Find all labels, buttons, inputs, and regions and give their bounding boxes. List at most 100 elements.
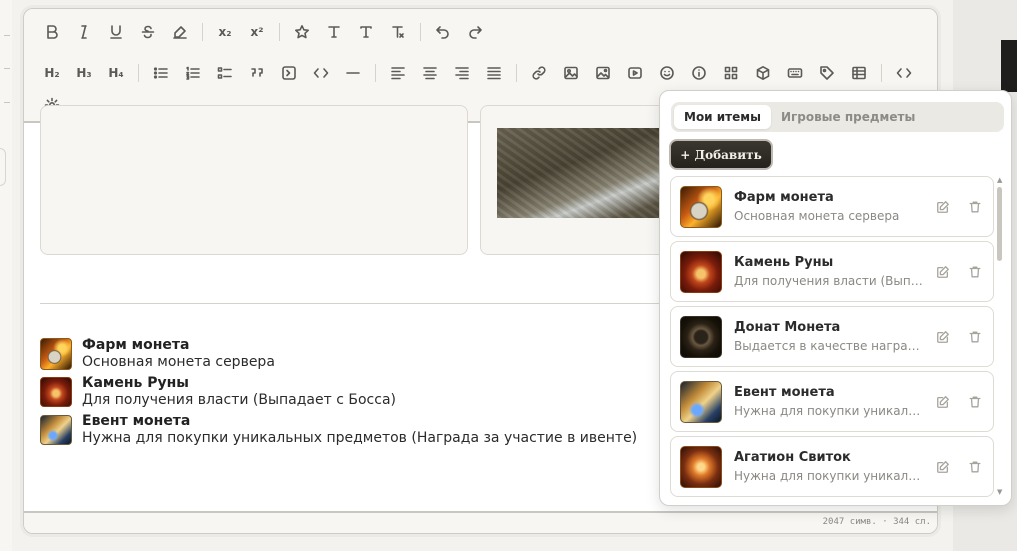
scroll-up-arrow-icon[interactable]: ▲ [997,176,1002,184]
scroll-down-arrow-icon[interactable]: ▼ [997,488,1002,496]
align-center-icon [423,67,437,80]
font-button[interactable] [318,18,350,46]
content-card-left [40,105,468,255]
item-picker-tabs: Мои итемы Игровые предметы [671,102,1004,132]
edit-item-button[interactable] [936,199,952,215]
content-item-name: Фарм монета [82,337,190,353]
tab-my-items[interactable]: Мои итемы [674,105,771,129]
emoji-button[interactable] [651,59,683,87]
content-item-text: Евент монета Нужна для покупки уникальны… [82,413,637,447]
blockquote-button[interactable] [241,59,273,87]
toolbar-row-1: x₂ x² [36,17,491,47]
list-item[interactable]: Камень Руны Для получения власти (Выпада… [670,241,994,302]
editor-status-bar: 2047 симв. · 344 сл. [24,511,937,533]
item-list: Фарм монета Основная монета сервера Каме… [670,176,994,498]
trash-icon [969,201,981,213]
highlight-button[interactable] [164,18,196,46]
list-item-description: Выдается в качестве награды за донат [734,339,926,353]
content-item: Камень Руны Для получения власти (Выпада… [40,375,396,409]
table-button[interactable] [843,59,875,87]
item-list-scrollbar[interactable]: ▲ ▼ [996,176,1004,497]
heading-2-button[interactable]: H₂ [36,59,68,87]
align-left-button[interactable] [382,59,414,87]
video-button[interactable] [619,59,651,87]
bullet-list-button[interactable] [145,59,177,87]
subscript-button[interactable]: x₂ [209,18,241,46]
edit-item-button[interactable] [936,459,952,475]
code-block-button[interactable] [273,59,305,87]
favorite-button[interactable] [286,18,318,46]
edit-item-button[interactable] [936,329,952,345]
list-item-name: Агатион Свиток [734,450,851,465]
grid-button[interactable] [715,59,747,87]
content-item-text: Фарм монета Основная монета сервера [82,337,275,371]
bold-button[interactable] [36,18,68,46]
highlighter-icon [173,26,187,39]
align-right-button[interactable] [446,59,478,87]
delete-item-button[interactable] [968,329,984,345]
ordered-list-button[interactable] [177,59,209,87]
gutter-tick [4,35,10,36]
delete-item-button[interactable] [968,459,984,475]
right-dark-tab[interactable] [1001,40,1017,92]
source-code-button[interactable] [888,59,920,87]
list-item[interactable]: Евент монета Нужна для покупки уникальны… [670,371,994,432]
clear-format-icon [392,26,404,38]
image-button[interactable] [555,59,587,87]
table-icon [852,66,866,80]
align-justify-button[interactable] [478,59,510,87]
list-item[interactable]: Агатион Свиток Нужна для покупки уникаль… [670,436,994,497]
heading-4-button[interactable]: H₄ [100,59,132,87]
delete-item-button[interactable] [968,394,984,410]
superscript-button[interactable]: x² [241,18,273,46]
list-item-description: Для получения власти (Выпадает с Босса) [734,274,926,288]
info-button[interactable] [683,59,715,87]
bullet-list-icon [153,67,168,79]
rune-stone-icon [40,377,72,407]
align-center-button[interactable] [414,59,446,87]
edit-item-button[interactable] [936,264,952,280]
item-insert-button[interactable] [747,59,779,87]
edit-item-button[interactable] [936,394,952,410]
list-item[interactable]: Донат Монета Выдается в качестве награды… [670,306,994,367]
inline-code-button[interactable] [305,59,337,87]
event-coin-icon [40,415,72,445]
undo-icon [436,26,449,39]
undo-button[interactable] [427,18,459,46]
strikethrough-button[interactable] [132,18,164,46]
clear-format-button[interactable] [382,18,414,46]
list-item-name: Донат Монета [734,320,841,335]
horizontal-rule-button[interactable] [337,59,369,87]
font-serif-button[interactable] [350,18,382,46]
task-list-button[interactable] [209,59,241,87]
code-view-icon [896,68,912,78]
list-item[interactable]: Фарм монета Основная монета сервера [670,176,994,237]
underline-button[interactable] [100,18,132,46]
content-item-name: Евент монета [82,413,191,429]
link-icon [532,66,546,80]
keyboard-button[interactable] [779,59,811,87]
delete-item-button[interactable] [968,199,984,215]
gutter-tab[interactable] [0,148,6,186]
toolbar-separator [516,64,517,82]
toolbar-separator [202,23,203,41]
link-button[interactable] [523,59,555,87]
tab-game-items[interactable]: Игровые предметы [771,105,925,129]
redo-button[interactable] [459,18,491,46]
content-item-text: Камень Руны Для получения власти (Выпада… [82,375,396,409]
content-item-description: Основная монета сервера [82,354,275,370]
cube-icon [756,66,770,80]
trash-icon [969,266,981,278]
item-picker-popup: Мои итемы Игровые предметы + Добавить Фа… [659,90,1012,506]
scrollbar-thumb[interactable] [997,187,1002,261]
italic-button[interactable] [68,18,100,46]
heading-3-button[interactable]: H₃ [68,59,100,87]
add-item-button[interactable]: + Добавить [669,139,773,170]
bold-icon [47,25,58,39]
gallery-button[interactable] [587,59,619,87]
terminal-icon [282,66,296,80]
delete-item-button[interactable] [968,264,984,280]
code-icon [313,68,329,78]
tag-button[interactable] [811,59,843,87]
trash-icon [969,331,981,343]
